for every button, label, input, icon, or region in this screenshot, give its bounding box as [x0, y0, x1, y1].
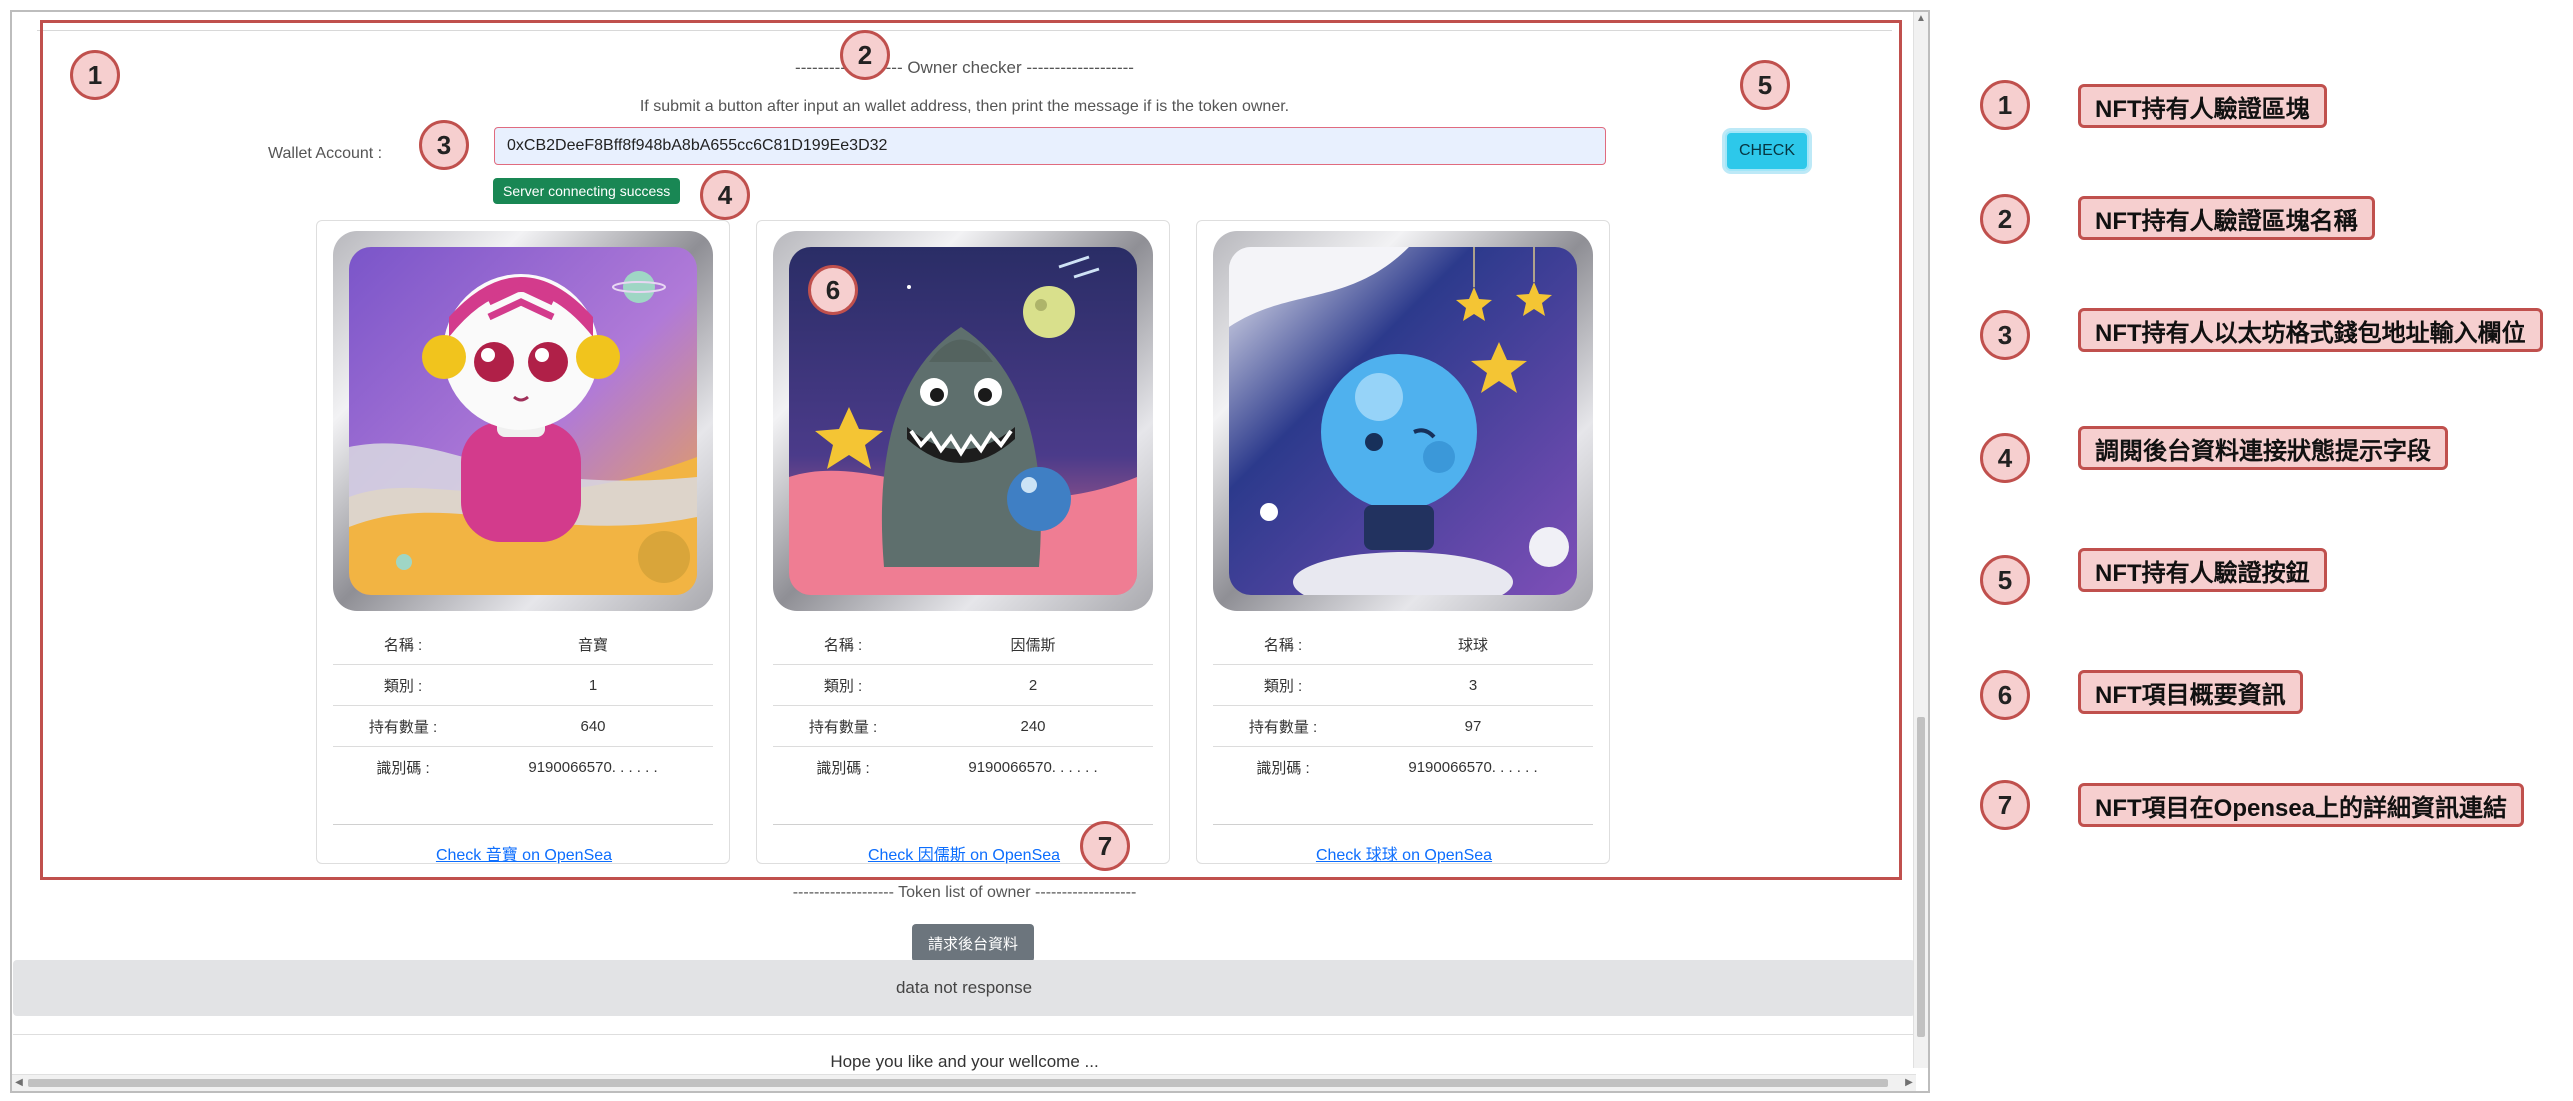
legend-label-6: NFT項目概要資訊: [2078, 670, 2303, 714]
annotation-marker-6: 6: [808, 265, 858, 315]
legend-label-3: NFT持有人以太坊格式錢包地址輸入欄位: [2078, 308, 2543, 352]
legend-label-5: NFT持有人驗證按鈕: [2078, 548, 2327, 592]
legend-marker-6: 6: [1980, 670, 2030, 720]
footer-divider: [13, 1034, 1915, 1035]
legend-marker-3: 3: [1980, 310, 2030, 360]
horizontal-scrollbar[interactable]: ◀ ▶: [12, 1074, 1916, 1091]
annotation-marker-2: 2: [840, 30, 890, 80]
legend-label-7: NFT項目在Opensea上的詳細資訊連結: [2078, 783, 2525, 827]
legend-label-4: 調閱後台資料連接狀態提示字段: [2078, 426, 2448, 470]
annotation-marker-3: 3: [419, 120, 469, 170]
token-list-title: ------------------- Token list of owner …: [792, 884, 1137, 901]
vertical-scrollbar[interactable]: ▲: [1913, 12, 1928, 1068]
annotation-marker-1: 1: [70, 50, 120, 100]
annotation-marker-5: 5: [1740, 60, 1790, 110]
annotation-marker-7: 7: [1080, 821, 1130, 871]
scroll-right-arrow-icon[interactable]: ▶: [1902, 1076, 1916, 1090]
vertical-scroll-thumb[interactable]: [1917, 717, 1925, 1037]
owner-checker-highlight-box: [40, 20, 1902, 880]
footer-text: Hope you like and your wellcome ...: [830, 1052, 1099, 1071]
legend-label-2: NFT持有人驗證區塊名稱: [2078, 196, 2375, 240]
legend-marker-5: 5: [1980, 555, 2030, 605]
annotation-marker-4: 4: [700, 170, 750, 220]
legend-label-1: NFT持有人驗證區塊: [2078, 84, 2327, 128]
data-response-alert: data not response: [13, 960, 1915, 1016]
legend-marker-2: 2: [1980, 194, 2030, 244]
legend-marker-4: 4: [1980, 433, 2030, 483]
legend-marker-7: 7: [1980, 780, 2030, 830]
horizontal-scroll-thumb[interactable]: [28, 1079, 1888, 1087]
legend-marker-1: 1: [1980, 80, 2030, 130]
request-backend-data-button[interactable]: 請求後台資料: [912, 924, 1034, 962]
scroll-up-arrow-icon[interactable]: ▲: [1914, 12, 1928, 26]
scroll-left-arrow-icon[interactable]: ◀: [12, 1076, 26, 1090]
